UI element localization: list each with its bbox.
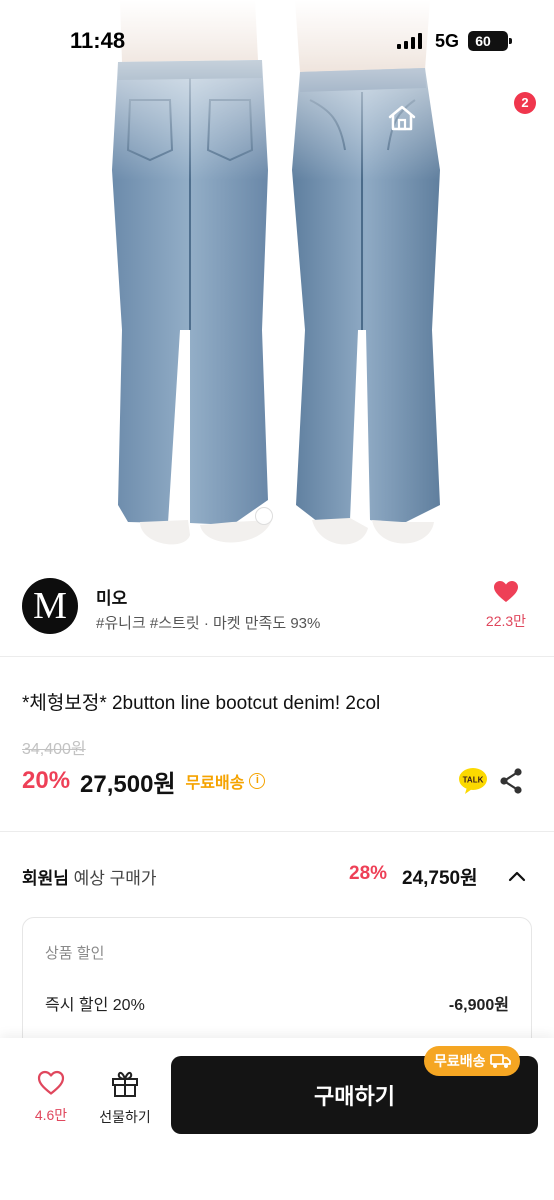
search-icon xyxy=(446,106,471,131)
status-bar: 11:48 5G 60 xyxy=(0,0,554,80)
product-image[interactable] xyxy=(0,0,554,566)
share-button[interactable] xyxy=(498,767,524,795)
close-button[interactable] xyxy=(16,96,60,140)
seller-row[interactable]: M 미오 #유니크 #스트릿 · 마켓 만족도 93% 22.3만 xyxy=(0,566,554,656)
info-icon[interactable]: i xyxy=(249,773,266,789)
free-shipping-label: 무료배송 xyxy=(185,775,245,792)
seller-logo[interactable]: M xyxy=(22,578,78,634)
kakaotalk-icon: TALK xyxy=(459,768,487,794)
divider xyxy=(0,831,554,832)
gift-label: 선물하기 xyxy=(99,1109,151,1125)
status-time: 11:48 xyxy=(70,28,126,53)
member-discount-rate: 28% xyxy=(349,863,388,884)
member-price: 24,750원 xyxy=(402,868,478,889)
discount-rate: 20% xyxy=(22,767,71,794)
gift-button[interactable]: 선물하기 xyxy=(92,1070,158,1127)
free-shipping-badge: 무료배송 xyxy=(424,1046,520,1076)
sale-price: 27,500원 xyxy=(80,770,176,798)
member-price-label: 회원님 예상 구매가 xyxy=(22,864,157,889)
share-icon xyxy=(500,768,522,794)
seller-tags: #유니크 #스트릿 · 마켓 만족도 93% xyxy=(96,615,321,632)
kakaotalk-share-button[interactable]: TALK xyxy=(458,767,488,795)
member-label-bold: 회원님 xyxy=(22,869,69,888)
seller-like-button[interactable]: 22.3만 xyxy=(478,580,534,631)
cart-count-badge: 2 xyxy=(514,92,536,114)
member-price-row[interactable]: 회원님 예상 구매가 28% 24,750원 xyxy=(22,860,532,890)
wishlist-button[interactable]: 4.6만 xyxy=(20,1070,82,1125)
bottom-action-bar: 4.6만 선물하기 구매하기 무료배송 xyxy=(0,1038,554,1200)
network-type: 5G xyxy=(435,31,460,51)
heart-outline-icon xyxy=(37,1070,65,1095)
battery-level: 60 xyxy=(475,33,491,49)
free-shipping-badge-label: 무료배송 xyxy=(434,1053,486,1069)
svg-text:TALK: TALK xyxy=(463,776,484,785)
product-title: *체형보정* 2button line bootcut denim! 2col xyxy=(22,693,381,714)
discount-box-heading: 상품 할인 xyxy=(45,945,105,962)
image-pager-indicator xyxy=(255,507,273,525)
seller-name[interactable]: 미오 xyxy=(96,584,127,609)
truck-icon xyxy=(489,1054,511,1068)
search-button[interactable] xyxy=(436,96,480,140)
close-icon xyxy=(26,106,50,130)
instant-discount-label: 즉시 할인 20% xyxy=(45,997,145,1014)
wishlist-count: 4.6만 xyxy=(34,1107,68,1123)
chevron-up-icon[interactable] xyxy=(506,865,528,887)
price-row: 20% 27,500원 무료배송 i xyxy=(22,764,266,798)
member-label-rest: 예상 구매가 xyxy=(68,869,157,888)
home-button[interactable] xyxy=(380,96,424,140)
cellular-signal-icon xyxy=(397,33,422,49)
heart-filled-icon xyxy=(494,581,518,602)
gift-icon xyxy=(112,1071,138,1097)
divider xyxy=(0,656,554,657)
instant-discount-value: -6,900원 xyxy=(448,997,509,1014)
battery-icon: 60 xyxy=(468,31,512,51)
home-icon xyxy=(388,105,416,131)
original-price: 34,400원 xyxy=(22,741,86,758)
seller-like-count: 22.3만 xyxy=(485,613,527,629)
